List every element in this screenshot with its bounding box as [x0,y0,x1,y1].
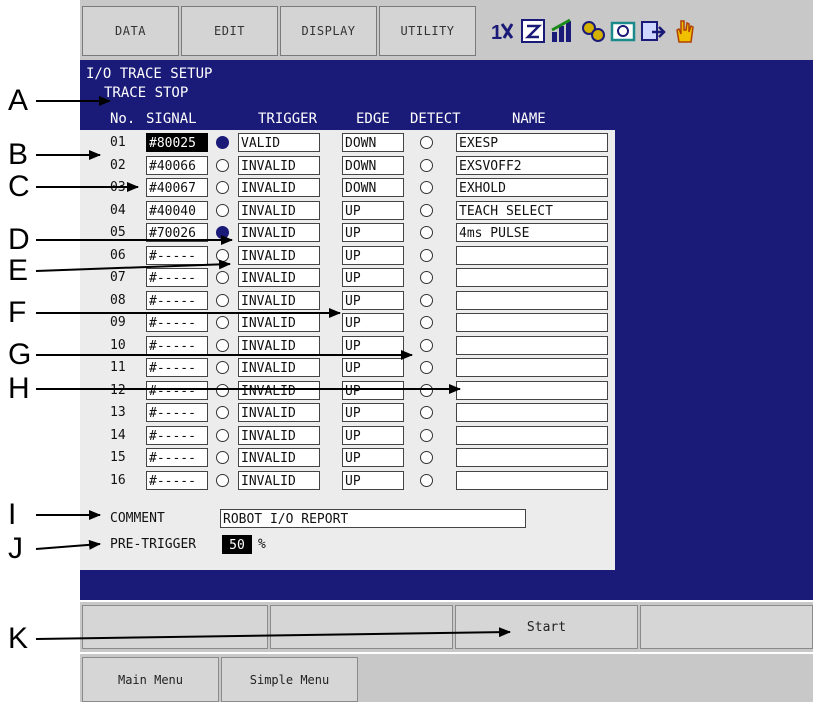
arrow-e [35,259,231,272]
arrow-j [35,539,101,550]
arrow-k [35,627,511,640]
callout-arrows [35,96,511,640]
